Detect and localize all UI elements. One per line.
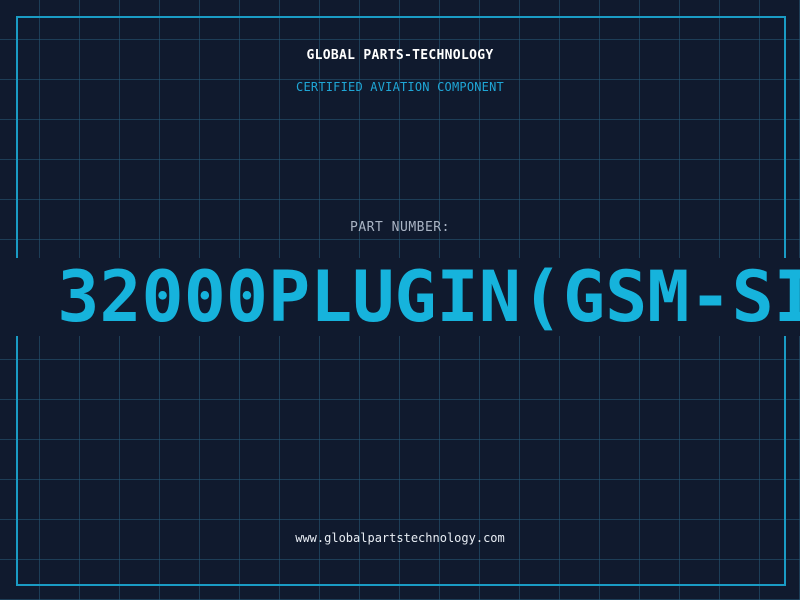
part-number-value: 32000PLUGIN(GSM-SIZ	[57, 258, 800, 336]
part-label-card: GLOBAL PARTS-TECHNOLOGY CERTIFIED AVIATI…	[0, 0, 800, 600]
certification-tagline: CERTIFIED AVIATION COMPONENT	[296, 80, 504, 94]
company-name: GLOBAL PARTS-TECHNOLOGY	[306, 48, 494, 63]
part-number-label: PART NUMBER:	[350, 220, 450, 235]
part-number-band: 32000PLUGIN(GSM-SIZ	[0, 258, 800, 336]
website-url[interactable]: www.globalpartstechnology.com	[0, 531, 800, 545]
